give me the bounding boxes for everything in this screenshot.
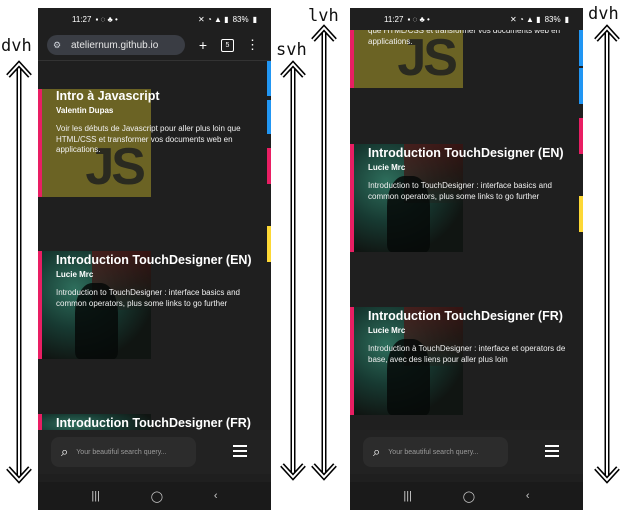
battery-icon: ▮ (564, 14, 569, 24)
side-marker (267, 226, 271, 262)
address-field[interactable]: ⚙ ateliernum.github.io (47, 35, 185, 55)
card-description: Introduction to TouchDesigner : interfac… (56, 288, 240, 308)
status-time: 11:27 (72, 14, 92, 24)
notification-icons: ▪ ◌ ♣ • (407, 14, 430, 24)
card-author: Valentin Dupas (56, 106, 114, 115)
card-author: Lucie Mrc (368, 163, 406, 172)
side-marker (579, 68, 583, 104)
status-time: 11:27 (384, 14, 404, 24)
card-author: Lucie Mrc (56, 270, 94, 279)
browser-menu-icon[interactable]: ⋮ (246, 37, 259, 53)
search-placeholder: Your beautiful search query... (388, 448, 479, 456)
home-button[interactable]: ◯ (151, 490, 163, 503)
course-card[interactable]: Introduction TouchDesigner (EN) Lucie Mr… (38, 251, 263, 359)
dvh-left-arrow (6, 60, 32, 484)
card-description: Voir les débuts de Javascript pour aller… (56, 124, 241, 154)
hamburger-menu-icon[interactable] (233, 445, 247, 460)
card-title[interactable]: Introduction TouchDesigner (EN) (56, 253, 261, 268)
recents-button[interactable]: ||| (91, 490, 100, 502)
search-box[interactable]: ⌕ Your beautiful search query... (363, 437, 508, 467)
card-title[interactable]: Introduction TouchDesigner (FR) (368, 309, 573, 324)
battery-icon: ▮ (252, 14, 257, 24)
course-card[interactable]: JS Intro à Javascript Valentin Dupas Voi… (38, 89, 263, 197)
course-card[interactable]: Introduction TouchDesigner (EN) Lucie Mr… (350, 144, 575, 252)
tab-switcher-button[interactable]: 5 (221, 38, 234, 52)
site-settings-icon[interactable]: ⚙ (53, 40, 67, 51)
card-title[interactable]: Introduction TouchDesigner (FR) (56, 416, 261, 431)
search-icon[interactable]: ⌕ (373, 444, 380, 460)
status-bar: 11:27 ▪ ◌ ♣ • ✕ ◔ ▲ ▮ 83% ▮ (350, 8, 583, 30)
side-marker (579, 196, 583, 232)
signal-icons: ✕ ◔ ▲ ▮ (198, 14, 229, 24)
svh-arrow (280, 60, 306, 481)
search-icon[interactable]: ⌕ (61, 444, 68, 460)
back-button[interactable]: ‹ (526, 490, 530, 502)
search-box[interactable]: ⌕ Your beautiful search query... (51, 437, 196, 467)
card-title[interactable]: Introduction TouchDesigner (EN) (368, 146, 573, 161)
dvh-label-left: dvh (1, 36, 32, 56)
bottom-toolbar: ⌕ Your beautiful search query... (350, 430, 583, 474)
search-placeholder: Your beautiful search query... (76, 448, 167, 456)
phone-right: 11:27 ▪ ◌ ♣ • ✕ ◔ ▲ ▮ 83% ▮ JS que HTML/CSS… (350, 8, 583, 510)
course-card[interactable]: Introduction TouchDesigner (FR) Lucie Mr… (350, 307, 575, 415)
notification-icons: ▪ ◌ ♣ • (95, 14, 118, 24)
card-description: Introduction to TouchDesigner : interfac… (368, 181, 552, 201)
side-marker (267, 60, 271, 96)
recents-button[interactable]: ||| (403, 490, 412, 502)
svh-label: svh (276, 40, 307, 60)
system-nav-bar: ||| ◯ ‹ (38, 482, 271, 510)
browser-url-bar: ⚙ ateliernum.github.io + 5 ⋮ (38, 30, 271, 61)
side-marker (267, 100, 271, 134)
url-text: ateliernum.github.io (71, 39, 159, 51)
phone-left: 11:27 ▪ ◌ ♣ • ✕ ◔ ▲ ▮ 83% ▮ ⚙ ateliernum.gi… (38, 8, 271, 510)
side-marker (267, 148, 271, 184)
battery-level: 83% (544, 14, 561, 24)
bottom-toolbar: ⌕ Your beautiful search query... (38, 430, 271, 474)
side-marker (579, 118, 583, 154)
system-nav-bar: ||| ◯ ‹ (350, 482, 583, 510)
home-button[interactable]: ◯ (463, 490, 475, 503)
dvh-right-arrow (594, 24, 620, 484)
signal-icons: ✕ ◔ ▲ ▮ (510, 14, 541, 24)
status-bar: 11:27 ▪ ◌ ♣ • ✕ ◔ ▲ ▮ 83% ▮ (38, 8, 271, 30)
hamburger-menu-icon[interactable] (545, 445, 559, 460)
battery-level: 83% (232, 14, 249, 24)
dvh-label-right: dvh (588, 4, 619, 24)
card-author: Lucie Mrc (368, 326, 406, 335)
lvh-label: lvh (308, 6, 339, 26)
new-tab-icon[interactable]: + (191, 37, 215, 53)
back-button[interactable]: ‹ (214, 490, 218, 502)
lvh-arrow (311, 24, 337, 481)
side-marker (579, 30, 583, 66)
card-description: Introduction à TouchDesigner : interface… (368, 344, 566, 364)
card-title[interactable]: Intro à Javascript (56, 89, 261, 104)
